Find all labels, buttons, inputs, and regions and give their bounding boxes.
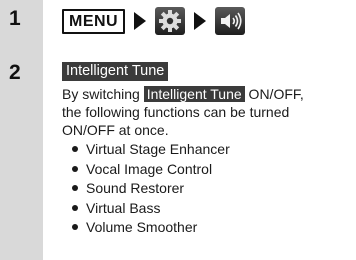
bullet-icon <box>72 146 78 153</box>
step-1-instruction: MENU <box>62 6 246 36</box>
list-item: Virtual Stage Enhancer <box>72 140 230 160</box>
speaker-sound-icon <box>215 7 246 35</box>
feature-list: Virtual Stage Enhancer Vocal Image Contr… <box>72 140 230 238</box>
list-item: Volume Smoother <box>72 218 230 238</box>
desc-line2: the following functions can be turned <box>62 104 290 120</box>
feature-label: Sound Restorer <box>86 180 185 196</box>
bullet-icon <box>72 185 78 192</box>
feature-label: Virtual Stage Enhancer <box>86 141 230 157</box>
intelligent-tune-description: By switching Intelligent Tune ON/OFF, th… <box>62 85 352 139</box>
arrow-right-icon <box>134 12 147 30</box>
menu-key: MENU <box>62 8 126 34</box>
step-number-column <box>0 0 43 260</box>
list-item: Sound Restorer <box>72 179 230 199</box>
list-item: Virtual Bass <box>72 199 230 219</box>
intelligent-tune-inline-highlight: Intelligent Tune <box>143 86 245 102</box>
desc-prefix: By switching <box>62 86 144 102</box>
step-1-number: 1 <box>9 7 21 30</box>
settings-gear-icon <box>155 7 186 35</box>
feature-label: Volume Smoother <box>86 219 198 235</box>
bullet-icon <box>72 165 78 172</box>
feature-label: Virtual Bass <box>86 199 161 216</box>
feature-label: Vocal Image Control <box>86 160 213 177</box>
desc-line1-suffix: ON/OFF, <box>244 86 304 102</box>
arrow-right-icon <box>194 12 207 30</box>
list-item: Vocal Image Control <box>72 160 230 180</box>
bullet-icon <box>72 204 78 211</box>
step-2-number: 2 <box>9 61 21 84</box>
intelligent-tune-title: Intelligent Tune <box>62 62 169 81</box>
desc-line3: ON/OFF at once. <box>62 122 169 138</box>
bullet-icon <box>72 224 78 231</box>
